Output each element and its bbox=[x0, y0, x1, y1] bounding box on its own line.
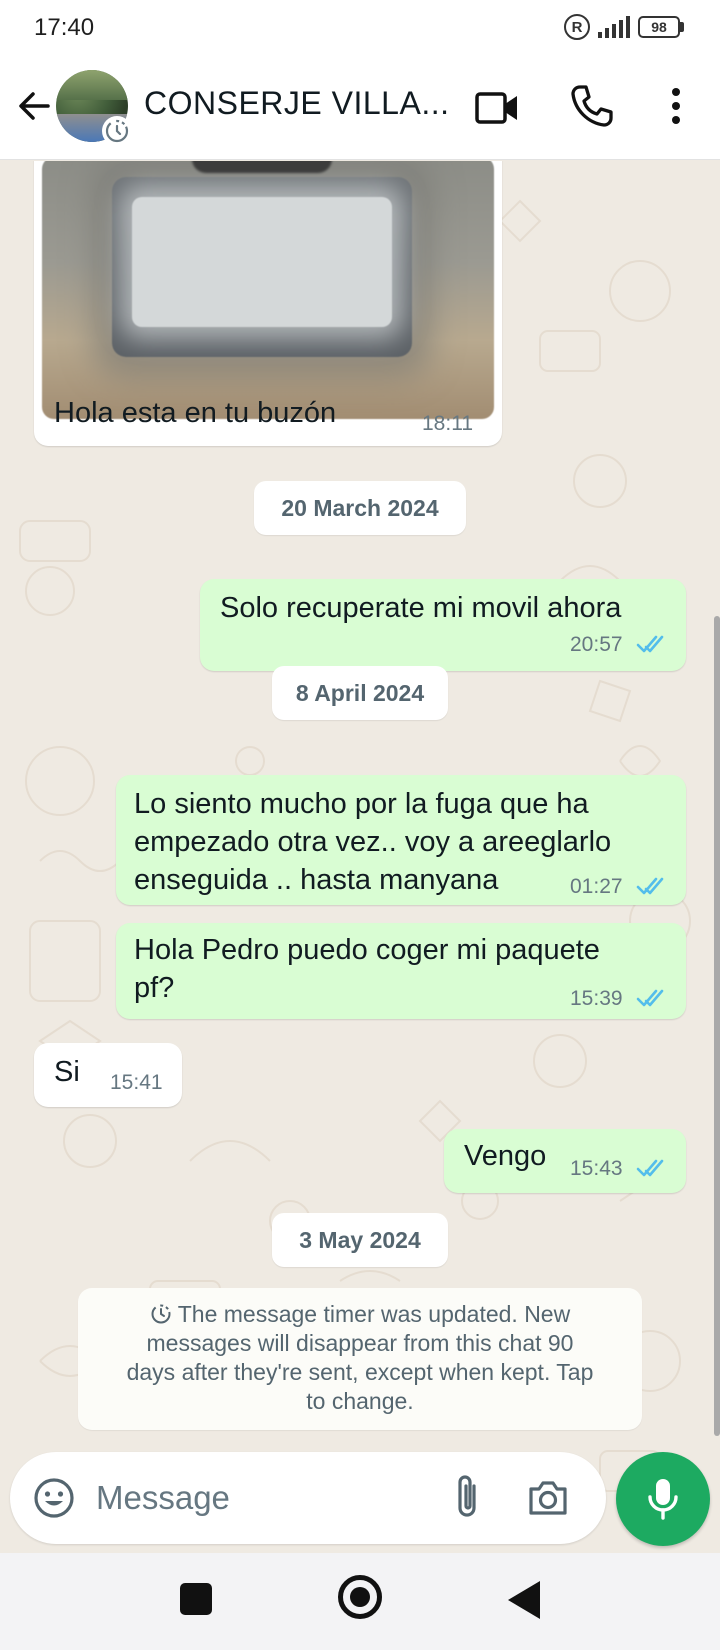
status-time: 17:40 bbox=[34, 14, 95, 41]
notice-line-4: to change. bbox=[306, 1388, 414, 1414]
message-time: 15:39 bbox=[570, 987, 623, 1010]
disappearing-timer-icon bbox=[102, 116, 132, 146]
message-time: 18:11 bbox=[422, 412, 473, 435]
chat-header: CONSERJE VILLA... bbox=[0, 56, 720, 160]
back-arrow-icon[interactable] bbox=[14, 86, 54, 126]
more-vert-icon[interactable] bbox=[660, 82, 692, 130]
message-line-1: Hola Pedro puedo coger mi paquete bbox=[134, 934, 600, 966]
message-line-2: pf? bbox=[134, 972, 175, 1004]
mic-icon bbox=[648, 1479, 678, 1520]
status-icons: R 98 bbox=[564, 14, 684, 40]
attach-icon[interactable] bbox=[448, 1472, 486, 1522]
read-ticks-icon bbox=[636, 1159, 664, 1177]
status-bar: 17:40 R 98 bbox=[0, 0, 720, 56]
mic-button[interactable] bbox=[616, 1452, 710, 1546]
message-time: 15:41 bbox=[110, 1071, 163, 1094]
notice-line-3: days after they're sent, except when kep… bbox=[126, 1359, 594, 1385]
system-back-button[interactable] bbox=[508, 1581, 540, 1619]
battery-level: 98 bbox=[638, 16, 680, 38]
timer-icon bbox=[151, 1304, 171, 1324]
message-input[interactable] bbox=[96, 1470, 396, 1526]
notice-line-1: The message timer was updated. New bbox=[96, 1300, 624, 1329]
read-ticks-icon bbox=[636, 989, 664, 1007]
message-outgoing[interactable]: Lo siento mucho por la fuga que ha empez… bbox=[116, 775, 686, 905]
message-text: Si bbox=[54, 1056, 80, 1088]
date-chip: 8 April 2024 bbox=[272, 666, 448, 720]
emoji-icon[interactable] bbox=[32, 1476, 76, 1520]
message-text: Vengo bbox=[464, 1140, 547, 1172]
message-line-1: Lo siento mucho por la fuga que ha bbox=[134, 788, 589, 820]
camera-icon[interactable] bbox=[526, 1476, 570, 1520]
blurred-photo[interactable] bbox=[42, 161, 494, 419]
scrollbar[interactable] bbox=[714, 616, 720, 1436]
disappearing-messages-notice[interactable]: The message timer was updated. New messa… bbox=[78, 1288, 642, 1430]
registered-icon: R bbox=[564, 14, 590, 40]
message-outgoing[interactable]: Solo recuperate mi movil ahora 20:57 bbox=[200, 579, 686, 671]
system-nav-bar bbox=[0, 1553, 720, 1650]
read-ticks-icon bbox=[636, 635, 664, 653]
date-chip: 20 March 2024 bbox=[254, 481, 466, 535]
home-button[interactable] bbox=[338, 1575, 382, 1619]
message-time: 20:57 bbox=[570, 633, 623, 656]
message-line-2: empezado otra vez.. voy a areeglarlo bbox=[134, 826, 612, 858]
signal-icon bbox=[598, 16, 630, 38]
date-chip: 3 May 2024 bbox=[272, 1213, 448, 1267]
video-call-icon[interactable] bbox=[474, 84, 522, 132]
chat-area[interactable]: Hola esta en tu buzón 18:11 20 March 202… bbox=[0, 161, 720, 1553]
message-outgoing[interactable]: Hola Pedro puedo coger mi paquete pf? 15… bbox=[116, 923, 686, 1019]
read-ticks-icon bbox=[636, 877, 664, 895]
message-text: Hola esta en tu buzón bbox=[54, 397, 337, 429]
message-incoming[interactable]: Si 15:41 bbox=[34, 1043, 182, 1107]
message-time: 15:43 bbox=[570, 1157, 623, 1180]
message-text: Solo recuperate mi movil ahora bbox=[220, 592, 622, 624]
phone-icon[interactable] bbox=[568, 82, 616, 130]
contact-name[interactable]: CONSERJE VILLA... bbox=[144, 85, 449, 122]
message-incoming-image[interactable]: Hola esta en tu buzón 18:11 bbox=[34, 161, 502, 446]
recents-button[interactable] bbox=[180, 1583, 212, 1615]
battery-icon: 98 bbox=[638, 16, 684, 38]
message-outgoing[interactable]: Vengo 15:43 bbox=[444, 1129, 686, 1193]
message-time: 01:27 bbox=[570, 875, 623, 898]
message-composer[interactable] bbox=[10, 1452, 606, 1544]
notice-line-2: messages will disappear from this chat 9… bbox=[146, 1330, 574, 1356]
message-line-3: enseguida .. hasta manyana bbox=[134, 864, 499, 896]
